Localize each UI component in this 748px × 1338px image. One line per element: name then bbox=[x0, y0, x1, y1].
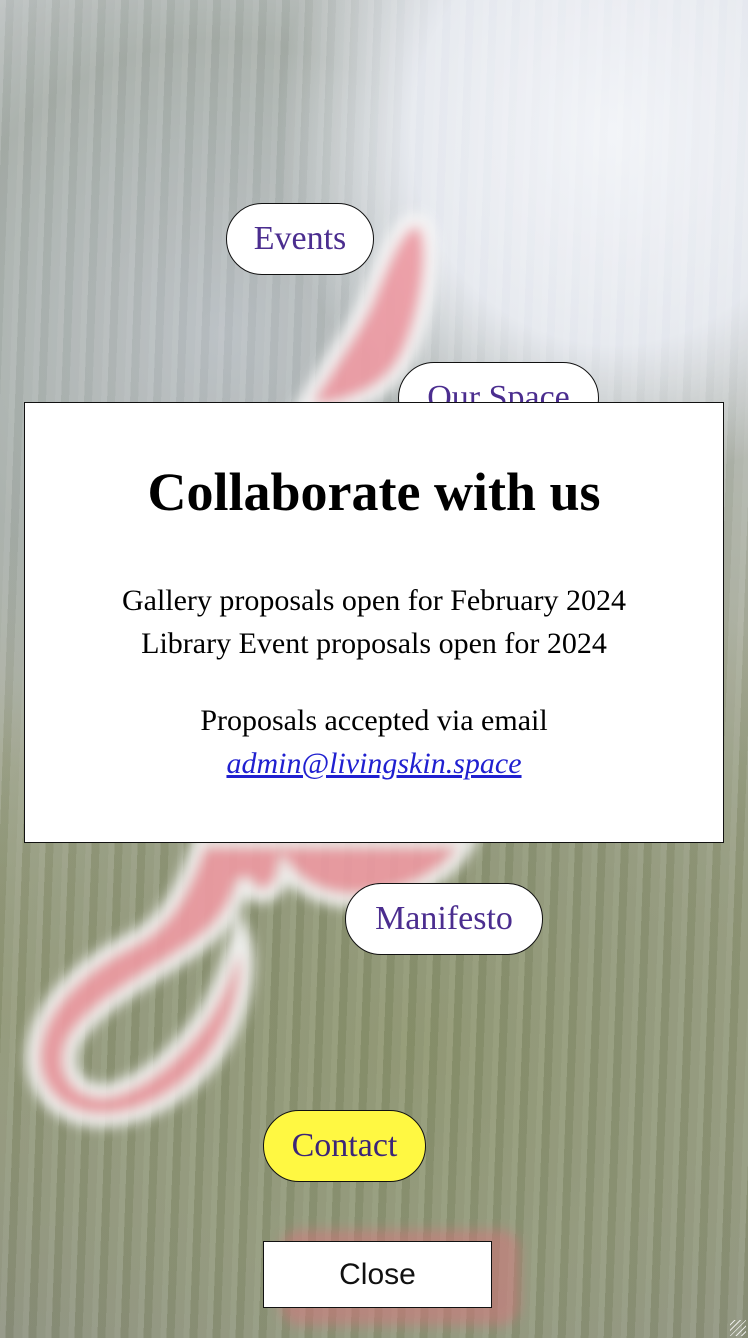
email-row: admin@livingskin.space bbox=[25, 742, 723, 785]
gallery-proposals-text: Gallery proposals open for February 2024 bbox=[121, 584, 627, 617]
nav-events-button[interactable]: Events bbox=[226, 203, 374, 275]
collaborate-modal: Collaborate with us Gallery proposals op… bbox=[24, 402, 724, 843]
close-button[interactable]: Close bbox=[263, 1241, 492, 1308]
email-link[interactable]: admin@livingskin.space bbox=[226, 747, 521, 780]
modal-title: Collaborate with us bbox=[147, 462, 601, 522]
nav-manifesto-button[interactable]: Manifesto bbox=[345, 883, 543, 955]
library-proposals-text: Library Event proposals open for 2024 bbox=[141, 627, 607, 660]
email-instructions-text: Proposals accepted via email bbox=[200, 704, 548, 737]
nav-contact-button[interactable]: Contact bbox=[263, 1110, 426, 1182]
resize-grip-icon[interactable] bbox=[730, 1320, 746, 1336]
